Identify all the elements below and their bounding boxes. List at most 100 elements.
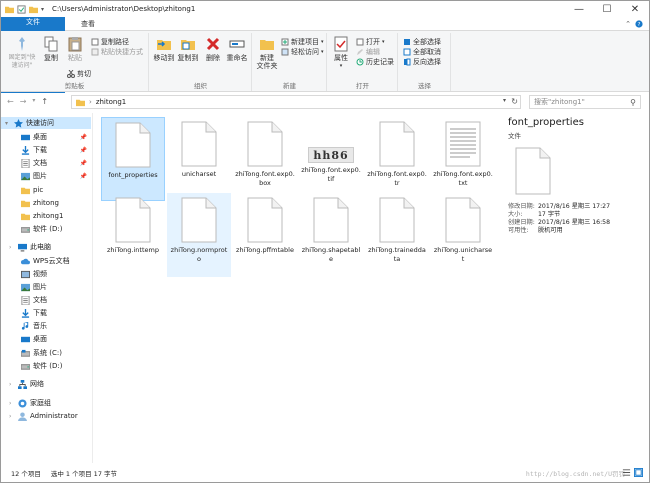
nav-zhitong[interactable]: zhitong [21,197,59,209]
expand-chevron-icon[interactable]: › [9,413,15,420]
copy-path-icon [91,38,99,46]
file-item[interactable]: zhiTong.normproto [167,193,231,277]
nav-drive-d-quick[interactable]: 软件 (D:) [21,223,62,235]
refresh-icon[interactable]: ↻ [511,97,518,106]
history-button[interactable]: 历史记录 [356,57,394,67]
pin-icon[interactable]: 📌 [80,134,87,141]
nav-pc-downloads[interactable]: 下载 [21,307,47,319]
copy-to-button[interactable]: 复制到 [176,36,200,62]
blank-file-icon [379,197,415,243]
select-none-button[interactable]: 全部取消 [403,47,441,57]
file-item[interactable]: zhiTong.unicharset [431,193,495,277]
nav-pc-documents[interactable]: 文档 [21,294,47,306]
large-icons-view-icon[interactable] [634,468,643,477]
close-button[interactable]: ✕ [621,1,649,17]
file-item[interactable]: zhiTong.pffmtable [233,193,297,277]
nav-this-pc[interactable]: › 此电脑 [9,241,51,253]
file-item[interactable]: font_properties [101,117,165,201]
nav-downloads[interactable]: 下载 📌 [21,144,91,156]
copy-button[interactable]: 复制 [39,36,63,62]
copy-path-button[interactable]: 复制路径 [91,37,129,47]
nav-pic[interactable]: pic [21,184,43,196]
preview-file-icon [515,147,551,195]
easy-access-button[interactable]: 轻松访问 ▾ [281,47,324,57]
new-folder-button[interactable]: 新建 文件夹 [255,36,279,70]
file-item[interactable]: zhiTong.inttemp [101,193,165,277]
new-item-button[interactable]: 新建项目 ▾ [281,37,324,47]
selection-info: 选中 1 个项目 17 字节 [50,469,118,478]
properties-icon[interactable] [17,4,26,14]
nav-videos[interactable]: 视频 [21,268,47,280]
edit-button[interactable]: 编辑 [356,47,380,57]
invert-selection-button[interactable]: 反向选择 [403,57,441,67]
minimize-button[interactable]: — [565,1,593,17]
clipboard-group-label: 剪贴板 [64,82,85,90]
nav-drive-c[interactable]: 系统 (C:) [21,347,62,359]
nav-quick-access[interactable]: ▾ 快速访问 [1,117,91,129]
paste-button[interactable]: 粘贴 [63,36,87,62]
up-arrow-icon[interactable]: ↑ [41,97,48,106]
nav-administrator[interactable]: › Administrator [9,410,78,422]
new-folder-icon[interactable] [29,5,38,14]
path-box[interactable]: › zhitong1 ▾ ↻ [71,95,521,109]
new-item-icon [281,38,289,46]
help-icon[interactable]: ? [635,19,643,28]
blank-file-icon [115,197,151,243]
file-item[interactable]: zhiTong.traineddata [365,193,429,277]
copy-icon [44,36,58,52]
recent-dropdown-icon[interactable]: ▾ [32,97,35,106]
clipboard-icon [68,37,82,52]
folder-icon [21,200,30,207]
ribbon-right-controls: ⌃ ? [625,17,649,30]
forward-arrow-icon[interactable]: → [20,97,27,106]
nav-network[interactable]: › 网络 [9,378,44,390]
search-icon[interactable]: ⚲ [630,98,636,107]
expand-chevron-icon[interactable]: › [9,244,15,251]
qat-dropdown-icon[interactable]: ▾ [41,6,44,13]
nav-pictures[interactable]: 图片 📌 [21,170,91,182]
nav-pc-pictures[interactable]: 图片 [21,281,47,293]
new-folder-big-icon [260,40,274,50]
breadcrumb[interactable]: zhitong1 [96,98,126,106]
search-input[interactable]: 搜索"zhitong1" ⚲ [529,95,641,109]
maximize-button[interactable]: ☐ [593,1,621,17]
nav-wps-cloud[interactable]: WPS云文档 [21,255,70,267]
nav-buttons: ← → ▾ ↑ [7,97,48,106]
delete-button[interactable]: 删除 [202,36,224,62]
back-arrow-icon[interactable]: ← [7,97,14,106]
pin-icon[interactable]: 📌 [80,147,87,154]
nav-homegroup[interactable]: › 家庭组 [9,397,51,409]
nav-pc-desktop[interactable]: 桌面 [21,333,47,345]
properties-button[interactable]: 属性 ▾ [330,36,352,70]
tab-view[interactable]: 查看 [71,17,105,30]
file-item[interactable]: zhiTong.font.exp0.txt [431,117,495,201]
nav-documents[interactable]: 文档 📌 [21,157,91,169]
expand-chevron-icon[interactable]: › [9,381,15,388]
file-item[interactable]: unicharset [167,117,231,201]
organize-group: 移动到 复制到 删除 重命名 组织 [150,33,252,91]
collapse-ribbon-icon[interactable]: ⌃ [625,20,631,28]
move-to-button[interactable]: 移动到 [152,36,176,62]
blank-file-icon [115,122,151,168]
expand-chevron-icon[interactable]: › [9,400,15,407]
details-view-icon[interactable] [622,468,631,477]
rename-button[interactable]: 重命名 [224,36,250,62]
select-all-button[interactable]: 全部选择 [403,37,441,47]
pin-icon[interactable]: 📌 [80,160,87,167]
file-item[interactable]: zhiTong.font.exp0.box [233,117,297,201]
nav-zhitong1[interactable]: zhitong1 [21,210,63,222]
nav-music[interactable]: 音乐 [21,320,47,332]
file-item[interactable]: zhiTong.shapetable [299,193,363,277]
drive-icon [21,363,30,370]
cut-button[interactable]: 剪切 [67,69,91,79]
open-button[interactable]: 打开 ▾ [356,37,385,47]
expand-chevron-icon[interactable]: ▾ [5,120,11,127]
path-dropdown-icon[interactable]: ▾ [503,97,506,104]
file-item[interactable]: hh86 zhiTong.font.exp0.tif [299,117,363,201]
file-item[interactable]: zhiTong.font.exp0.tr [365,117,429,201]
pin-quick-access-button[interactable]: 固定到"快 速访问" [5,36,39,70]
paste-shortcut-button[interactable]: 粘贴快捷方式 [91,47,143,57]
pin-icon[interactable]: 📌 [80,173,87,180]
nav-desktop[interactable]: 桌面 📌 [21,131,91,143]
nav-drive-d[interactable]: 软件 (D:) [21,360,62,372]
